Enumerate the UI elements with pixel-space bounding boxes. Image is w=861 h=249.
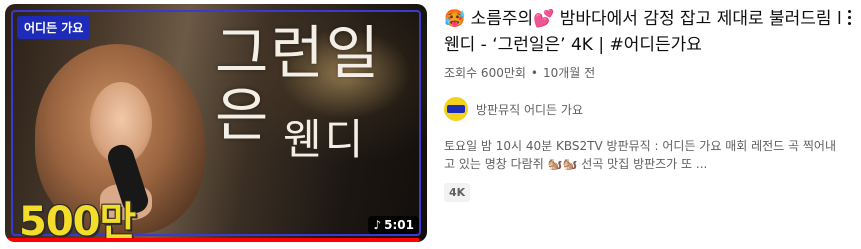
video-title[interactable]: 🥵 소름주의💕 밤바다에서 감정 잡고 제대로 불러드림 l 웬디 - ‘그런일… [444,6,844,58]
video-result-card[interactable]: 어디든 가요 그런일은 웬디 500만 ♪ 5:01 🥵 소름주의💕 밤바다에서… [0,0,861,249]
channel-avatar[interactable] [444,97,468,121]
meta-separator: • [530,65,538,80]
watch-progress-bar [5,238,419,242]
quality-badge-4k: 4K [444,183,471,202]
hearts-emoji: 💕 [533,9,555,29]
video-info: 🥵 소름주의💕 밤바다에서 감정 잡고 제대로 불러드림 l 웬디 - ‘그런일… [444,6,844,202]
video-metadata: 조회수 600만회 • 10개월 전 [444,64,844,81]
video-title-part-1: 소름주의 [470,9,534,29]
artist-name-art: 웬디 [283,115,367,164]
video-description: 토요일 밤 10시 40분 KBS2TV 방판뮤직 : 어디든 가요 매회 레전… [444,139,836,171]
channel-row[interactable]: 방판뮤직 어디든 가요 [444,97,844,121]
duration-badge: ♪ 5:01 [368,216,419,234]
channel-name[interactable]: 방판뮤직 어디든 가요 [476,101,583,118]
hot-face-emoji: 🥵 [444,9,466,29]
more-vert-icon[interactable] [842,6,856,28]
avatar-logo-icon [447,105,465,113]
upload-age: 10개월 전 [543,66,596,80]
music-note-icon: ♪ [373,218,382,232]
view-count: 조회수 600만회 [444,66,526,80]
video-thumbnail[interactable]: 어디든 가요 그런일은 웬디 500만 ♪ 5:01 [5,4,427,242]
views-overlay: 500만 [19,199,136,242]
show-logo: 어디든 가요 [17,16,91,39]
duration-text: 5:01 [384,218,414,232]
